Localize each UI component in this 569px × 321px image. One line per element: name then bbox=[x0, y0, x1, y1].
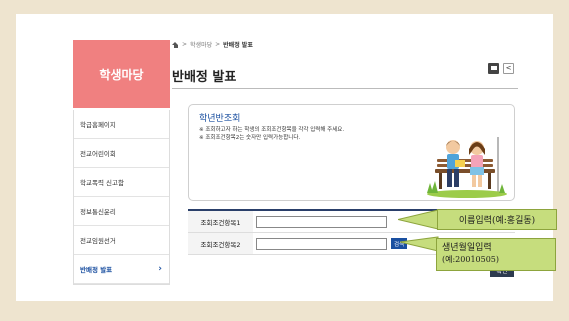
condition2-label: 조회조건항목2 bbox=[188, 233, 253, 254]
sidebar-item-violence-report[interactable]: 학교폭력 신고함 bbox=[74, 168, 169, 197]
condition1-label: 조회조건항목1 bbox=[188, 211, 253, 232]
info-note-2: ※ 조회조건항목2는 숫자만 입력가능합니다. bbox=[199, 135, 301, 141]
info-box: 학년반조회 ※ 조회하고자 하는 학생의 조회조건항목을 각각 입력해 주세요.… bbox=[188, 104, 515, 201]
print-icon[interactable] bbox=[488, 63, 499, 74]
breadcrumb: > 학생마당 > 반배정 발표 bbox=[172, 40, 253, 49]
name-hint-callout: 이름입력(예:홍길동) bbox=[437, 209, 557, 230]
callout-arrow-1 bbox=[398, 209, 439, 230]
home-icon[interactable] bbox=[172, 41, 179, 48]
page-title: 반배정 발표 bbox=[172, 70, 237, 85]
breadcrumb-item-current: 반배정 발표 bbox=[223, 42, 253, 49]
breadcrumb-separator: > bbox=[215, 41, 221, 48]
sidebar-item-election[interactable]: 전교임원선거 bbox=[74, 226, 169, 255]
condition2-input[interactable] bbox=[256, 237, 387, 250]
condition1-input[interactable] bbox=[256, 215, 387, 228]
birth-hint-text: 생년월일입력 bbox=[442, 243, 492, 253]
sidebar-item-class-assignment[interactable]: 반배정 발표 › bbox=[74, 255, 169, 284]
callout-arrow-2 bbox=[400, 236, 439, 252]
sidebar-item-class-homepage[interactable]: 학급홈페이지 bbox=[74, 110, 169, 139]
birth-hint-callout: 생년월일입력 (예:20010505) bbox=[436, 238, 556, 271]
birth-hint-example: (예:20010505) bbox=[442, 255, 500, 264]
info-note-1: ※ 조회하고자 하는 학생의 조회조건항목을 각각 입력해 주세요. bbox=[199, 127, 345, 133]
sidebar: 학생마당 학급홈페이지 전교어린이회 학교폭력 신고함 정보통신윤리 전교임원선… bbox=[73, 40, 170, 285]
info-title: 학년반조회 bbox=[199, 114, 241, 124]
chevron-right-icon: › bbox=[158, 264, 162, 274]
sidebar-item-student-council[interactable]: 전교어린이회 bbox=[74, 139, 169, 168]
breadcrumb-separator: > bbox=[182, 41, 188, 48]
sidebar-title: 학생마당 bbox=[73, 40, 170, 108]
sidebar-menu: 학급홈페이지 전교어린이회 학교폭력 신고함 정보통신윤리 전교임원선거 반배정… bbox=[73, 110, 170, 285]
title-divider bbox=[172, 88, 518, 89]
share-icon[interactable]: < bbox=[503, 63, 514, 74]
sidebar-item-info-ethics[interactable]: 정보통신윤리 bbox=[74, 197, 169, 226]
sidebar-item-label: 반배정 발표 bbox=[80, 266, 113, 274]
breadcrumb-item-student[interactable]: 학생마당 bbox=[190, 40, 212, 49]
students-on-bench-illustration bbox=[427, 137, 507, 198]
